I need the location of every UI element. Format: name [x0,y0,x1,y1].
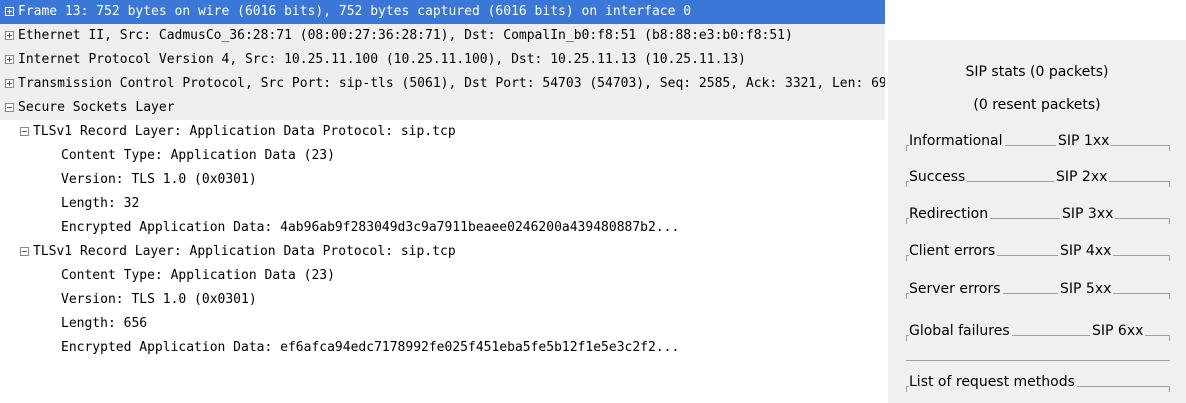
tree-row-label: Length: 32 [61,196,140,211]
group-label: Success [909,168,968,188]
expand-icon[interactable] [5,79,14,88]
tree-row-ssl[interactable]: Secure Sockets Layer [0,96,885,120]
group-label: Informational [909,132,1005,152]
tree-row-label: Encrypted Application Data: ef6afca94edc… [61,340,680,355]
tree-row-length[interactable]: Length: 32 [0,192,885,216]
group-redirection: Redirection SIP 3xx [906,205,1170,225]
tree-row-label: Content Type: Application Data (23) [61,148,335,163]
packet-details-tree: Frame 13: 752 bytes on wire (6016 bits),… [0,0,885,403]
tree-row-label: Secure Sockets Layer [18,100,175,115]
tree-row-tls-record-1[interactable]: TLSv1 Record Layer: Application Data Pro… [0,120,885,144]
resent-packets-label: (0 resent packets) [973,97,1101,113]
tree-row-label: TLSv1 Record Layer: Application Data Pro… [33,124,456,139]
tree-row-label: Version: TLS 1.0 (0x0301) [61,172,257,187]
collapse-icon[interactable] [20,247,29,256]
group-informational: Informational SIP 1xx [906,132,1170,152]
group-client-errors: Client errors SIP 4xx [906,242,1170,262]
group-label: Global failures [909,322,1012,342]
tree-row-label: Content Type: Application Data (23) [61,268,335,283]
tree-row-ip[interactable]: Internet Protocol Version 4, Src: 10.25.… [0,48,885,72]
group-code: SIP 3xx [1060,205,1116,225]
tree-row-label: Frame 13: 752 bytes on wire (6016 bits),… [18,4,692,19]
group-code: SIP 2xx [1054,168,1110,188]
expand-icon[interactable] [5,55,14,64]
tree-row-label: Ethernet II, Src: CadmusCo_36:28:71 (08:… [18,28,793,43]
tree-row-label: Length: 656 [61,316,148,331]
tree-row-frame[interactable]: Frame 13: 752 bytes on wire (6016 bits),… [0,0,885,24]
tree-row-content-type[interactable]: Content Type: Application Data (23) [0,264,885,288]
tree-row-label: TLSv1 Record Layer: Application Data Pro… [33,244,456,259]
group-code: SIP 5xx [1058,280,1114,300]
collapse-icon[interactable] [20,127,29,136]
expand-icon[interactable] [5,7,14,16]
tree-row-label: Transmission Control Protocol, Src Port:… [18,76,885,91]
group-label: Client errors [909,242,998,262]
group-label: Server errors [909,280,1003,300]
tree-row-label: Version: TLS 1.0 (0x0301) [61,292,257,307]
tree-row-tls-record-2[interactable]: TLSv1 Record Layer: Application Data Pro… [0,240,885,264]
group-code: SIP 4xx [1058,242,1114,262]
group-code: SIP 1xx [1056,132,1112,152]
tree-row-tcp[interactable]: Transmission Control Protocol, Src Port:… [0,72,885,96]
group-label: List of request methods [909,373,1077,393]
group-code: SIP 6xx [1090,322,1146,342]
tree-row-ethernet[interactable]: Ethernet II, Src: CadmusCo_36:28:71 (08:… [0,24,885,48]
group-request-methods: List of request methods [906,373,1170,393]
tree-row-version[interactable]: Version: TLS 1.0 (0x0301) [0,168,885,192]
tree-row-label: Encrypted Application Data: 4ab96ab9f283… [61,220,680,235]
panel-divider [906,360,1170,361]
group-server-errors: Server errors SIP 5xx [906,280,1170,300]
group-label: Redirection [909,205,991,225]
collapse-icon[interactable] [5,103,14,112]
sip-stats-title: SIP stats (0 packets) [965,64,1109,80]
tree-row-label: Internet Protocol Version 4, Src: 10.25.… [18,52,746,67]
tree-row-length[interactable]: Length: 656 [0,312,885,336]
tree-row-version[interactable]: Version: TLS 1.0 (0x0301) [0,288,885,312]
expand-icon[interactable] [5,31,14,40]
sip-stats-panel: SIP stats (0 packets) (0 resent packets)… [888,40,1186,403]
group-success: Success SIP 2xx [906,168,1170,188]
tree-row-content-type[interactable]: Content Type: Application Data (23) [0,144,885,168]
group-global-failures: Global failures SIP 6xx [906,322,1170,342]
tree-row-encrypted-data[interactable]: Encrypted Application Data: 4ab96ab9f283… [0,216,885,240]
tree-row-encrypted-data[interactable]: Encrypted Application Data: ef6afca94edc… [0,336,885,360]
